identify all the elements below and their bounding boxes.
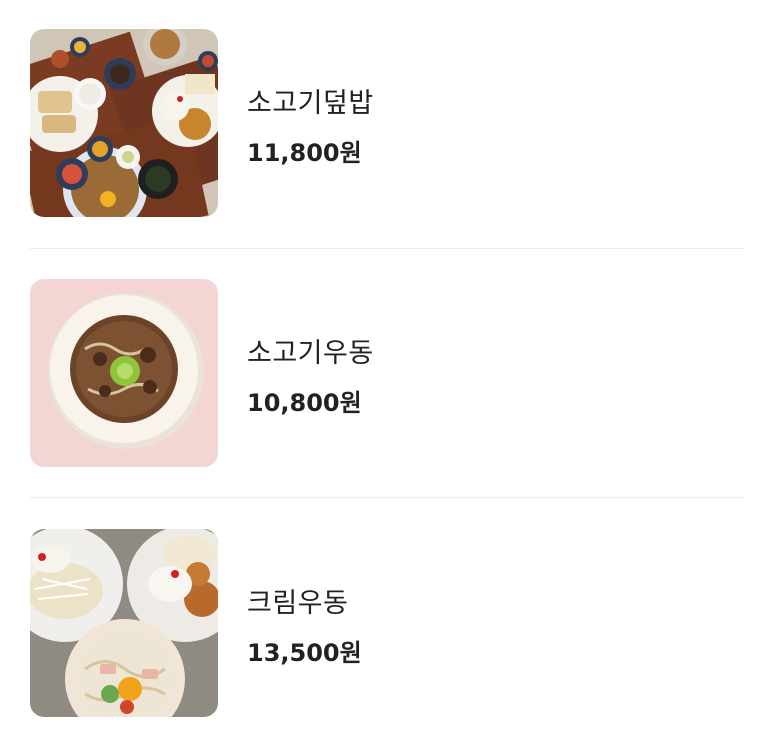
divider xyxy=(30,248,744,249)
menu-item-name: 소고기우동 xyxy=(247,338,374,369)
menu-item-name: 크림우동 xyxy=(247,588,349,619)
menu-item-beef-rice-bowl[interactable]: 소고기덮밥 11,800원 xyxy=(30,29,744,217)
menu-item-price: 13,500원 xyxy=(247,639,362,667)
set-meal-photo[interactable] xyxy=(30,29,218,217)
cream-udon-photo[interactable] xyxy=(30,529,218,717)
menu-item-cream-udon[interactable]: 크림우동 13,500원 xyxy=(30,529,744,717)
udon-bowl-photo[interactable] xyxy=(30,279,218,467)
menu-item-beef-udon[interactable]: 소고기우동 10,800원 xyxy=(30,279,744,467)
menu-item-name: 소고기덮밥 xyxy=(247,88,374,119)
divider xyxy=(30,497,744,498)
menu-item-price: 10,800원 xyxy=(247,389,362,417)
menu-item-price: 11,800원 xyxy=(247,139,362,167)
menu-list: 소고기덮밥 11,800원 소고기우동 10,800원 크림우동 13,500원 xyxy=(0,0,773,739)
